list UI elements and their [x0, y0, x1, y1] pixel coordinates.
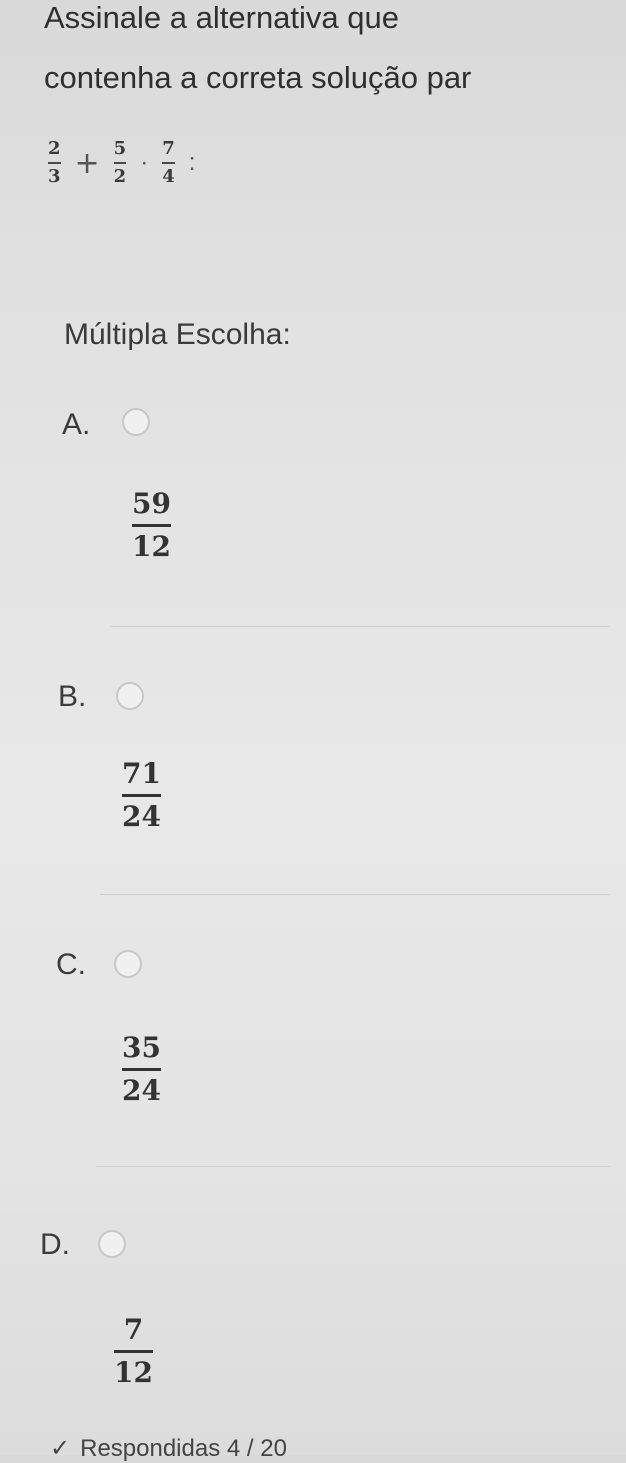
check-icon: ✓ — [50, 1435, 71, 1462]
option-divider — [100, 894, 610, 895]
math-expression: 2 3 + 5 2 · 7 4 : — [48, 140, 195, 186]
fraction-2-denominator: 2 — [113, 166, 127, 187]
option-d-fraction: 7 12 — [114, 1316, 153, 1387]
option-divider — [96, 1166, 610, 1167]
fraction-3-numerator: 7 — [162, 138, 175, 159]
fraction-1: 2 3 — [48, 140, 61, 186]
answered-counter: ✓ Respondidas 4 / 20 — [50, 1434, 287, 1463]
section-title: Múltipla Escolha: — [64, 318, 291, 351]
option-a-denominator: 12 — [132, 530, 171, 563]
option-b-radio[interactable] — [116, 682, 144, 710]
option-c-fraction: 35 24 — [122, 1034, 161, 1105]
fraction-3-denominator: 4 — [162, 166, 175, 187]
fraction-bar — [113, 162, 127, 164]
question-text-line-2: contenha a correta solução par — [44, 60, 472, 95]
option-c-denominator: 24 — [122, 1074, 161, 1107]
plus-operator: + — [74, 145, 100, 181]
fraction-bar — [162, 162, 175, 164]
fraction-bar — [122, 1068, 161, 1071]
option-c-letter: C. — [56, 948, 86, 981]
expression-colon: : — [188, 149, 196, 176]
fraction-2: 5 2 — [113, 138, 127, 187]
option-d-letter: D. — [40, 1228, 70, 1261]
option-d-radio[interactable] — [98, 1230, 126, 1258]
option-a-fraction: 59 12 — [132, 490, 171, 561]
fraction-3: 7 4 — [162, 140, 175, 186]
option-a-letter: A. — [62, 408, 91, 441]
option-c-numerator: 35 — [122, 1031, 161, 1064]
option-b-fraction: 71 24 — [122, 760, 161, 831]
fraction-bar — [114, 1350, 153, 1353]
option-b-denominator: 24 — [122, 800, 161, 833]
option-a-numerator: 59 — [132, 487, 171, 520]
option-b-letter: B. — [58, 680, 87, 713]
option-divider — [110, 626, 610, 627]
fraction-bar — [132, 524, 171, 527]
fraction-1-denominator: 3 — [48, 166, 61, 187]
answered-counter-text: Respondidas 4 / 20 — [80, 1435, 287, 1462]
option-d-denominator: 12 — [114, 1356, 153, 1389]
fraction-bar — [48, 162, 61, 164]
fraction-2-numerator: 5 — [113, 138, 127, 159]
question-text-line-1: Assinale a alternativa que — [44, 0, 400, 35]
fraction-bar — [122, 794, 161, 797]
option-b-numerator: 71 — [122, 757, 161, 790]
option-a-radio[interactable] — [122, 408, 150, 436]
fraction-1-numerator: 2 — [48, 138, 61, 159]
option-c-radio[interactable] — [114, 950, 142, 978]
option-d-numerator: 7 — [123, 1313, 144, 1346]
multiply-operator: · — [140, 149, 149, 176]
